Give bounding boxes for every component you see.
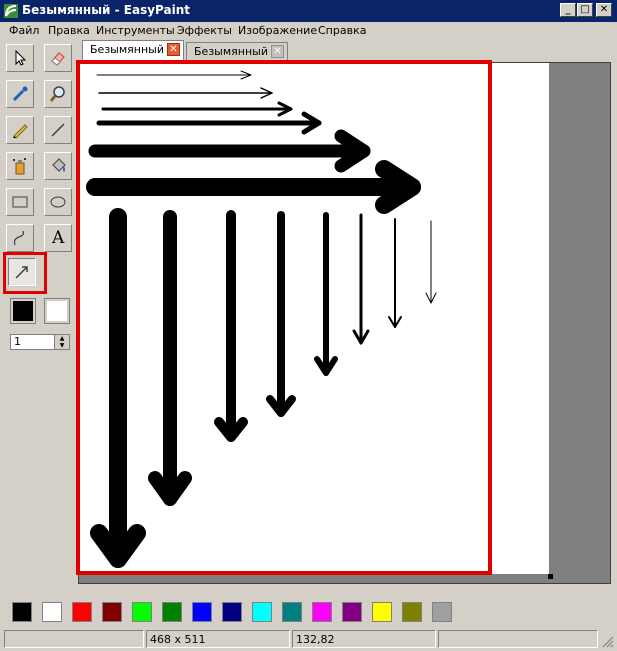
text-tool-label: A [52, 228, 65, 248]
palette-swatch-yellow[interactable] [372, 602, 392, 622]
palette-swatch-magenta[interactable] [312, 602, 332, 622]
spray-tool[interactable] [6, 152, 34, 180]
select-icon [15, 49, 27, 66]
status-cursor-position: 132,82 [292, 630, 436, 648]
curve-tool[interactable] [6, 224, 34, 252]
app-icon [4, 4, 18, 18]
window-title: Безымянный - EasyPaint [22, 3, 191, 17]
menu-bar: Файл Правка Инструменты Эффекты Изображе… [0, 22, 617, 40]
rectangle-tool[interactable] [6, 188, 34, 216]
palette-swatch-navy[interactable] [222, 602, 242, 622]
pen-size-value: 1 [14, 335, 21, 348]
resize-grip-icon[interactable] [600, 634, 614, 648]
palette-swatch-black[interactable] [12, 602, 32, 622]
status-cursor-text: 132,82 [296, 633, 335, 646]
status-image-size: 468 x 511 [146, 630, 290, 648]
menu-tools[interactable]: Инструменты [96, 24, 175, 37]
spinner-arrows-icon[interactable]: ▲ ▼ [54, 335, 69, 349]
line-tool[interactable] [44, 116, 72, 144]
color-palette [0, 598, 617, 624]
close-button[interactable]: ✕ [596, 3, 612, 17]
menu-help[interactable]: Справка [318, 24, 366, 37]
pencil-icon [13, 124, 28, 139]
status-panel-empty [4, 630, 144, 648]
magnifier-icon [49, 86, 65, 102]
palette-swatch-lime[interactable] [132, 602, 152, 622]
palette-swatch-green[interactable] [162, 602, 182, 622]
tab-document-2[interactable]: Безымянный ✕ [186, 42, 288, 60]
rectangle-icon [12, 196, 28, 208]
palette-swatch-cyan[interactable] [252, 602, 272, 622]
ellipse-icon [50, 196, 66, 208]
ellipse-tool[interactable] [44, 188, 72, 216]
spray-icon [13, 158, 26, 175]
primary-color[interactable] [10, 298, 36, 324]
highlight-canvas [76, 60, 492, 575]
tab-close-icon[interactable]: ✕ [271, 45, 284, 58]
palette-swatch-blue[interactable] [192, 602, 212, 622]
eraser-icon [51, 52, 65, 66]
primary-color-fill [13, 301, 33, 321]
eraser-tool[interactable] [44, 44, 72, 72]
toolbox: A 1 ▲ ▼ [0, 40, 78, 592]
line-icon [51, 123, 65, 137]
pencil-tool[interactable] [6, 116, 34, 144]
menu-image[interactable]: Изображение [238, 24, 317, 37]
palette-swatch-olive[interactable] [402, 602, 422, 622]
maximize-button[interactable]: □ [577, 3, 593, 17]
highlight-arrow-tool [3, 252, 47, 294]
status-size-text: 468 x 511 [150, 633, 206, 646]
pen-size-spinner[interactable]: 1 ▲ ▼ [10, 334, 70, 350]
menu-file[interactable]: Файл [9, 24, 39, 37]
menu-edit[interactable]: Правка [48, 24, 90, 37]
menu-effects[interactable]: Эффекты [177, 24, 232, 37]
status-panel-extra [438, 630, 598, 648]
canvas-resize-handle[interactable] [548, 574, 553, 579]
tab-label-2: Безымянный [194, 45, 268, 58]
magnifier-tool[interactable] [44, 80, 72, 108]
palette-swatch-white[interactable] [42, 602, 62, 622]
palette-swatch-maroon[interactable] [102, 602, 122, 622]
secondary-color-fill [47, 301, 67, 321]
tab-document-1[interactable]: Безымянный ✕ [82, 40, 184, 60]
curve-icon [13, 230, 25, 246]
tab-label-1: Безымянный [90, 43, 164, 56]
palette-swatch-red[interactable] [72, 602, 92, 622]
select-tool[interactable] [6, 44, 34, 72]
fill-tool[interactable] [44, 152, 72, 180]
fill-icon [52, 158, 66, 172]
document-tabs: Безымянный ✕ Безымянный ✕ [80, 40, 610, 62]
palette-swatch-teal[interactable] [282, 602, 302, 622]
status-bar: 468 x 511 132,82 [0, 628, 617, 651]
tab-close-icon[interactable]: ✕ [167, 43, 180, 56]
title-bar: Безымянный - EasyPaint _ □ ✕ [0, 0, 617, 22]
minimize-button[interactable]: _ [560, 3, 576, 17]
color-picker-icon [12, 86, 28, 102]
color-picker-tool[interactable] [6, 80, 34, 108]
text-tool[interactable]: A [44, 224, 72, 252]
secondary-color[interactable] [44, 298, 70, 324]
palette-swatch-purple[interactable] [342, 602, 362, 622]
palette-swatch-gray[interactable] [432, 602, 452, 622]
